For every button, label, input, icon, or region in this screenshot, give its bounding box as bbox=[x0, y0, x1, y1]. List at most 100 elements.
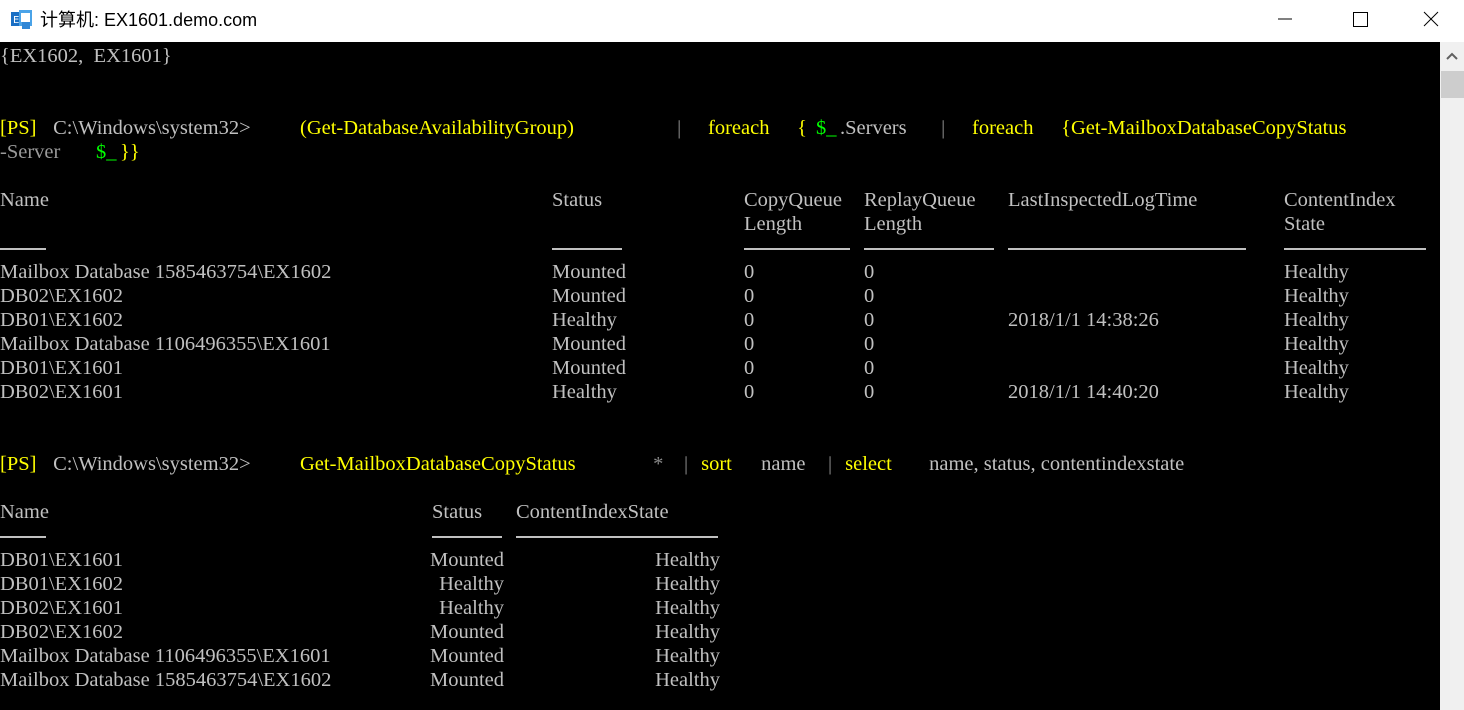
cell-name: Mailbox Database 1585463754\EX1602 bbox=[0, 669, 332, 691]
cell-status: Mounted bbox=[429, 669, 504, 691]
chevron-up-icon bbox=[1446, 52, 1458, 60]
table1-header-row: Name Status CopyQueue ReplayQueue LastIn… bbox=[0, 188, 1396, 212]
col-header-status: Status bbox=[432, 501, 483, 523]
cell-status: Mounted bbox=[429, 621, 504, 643]
col-header-name: Name bbox=[0, 501, 49, 523]
minimize-icon bbox=[1278, 18, 1292, 20]
cell-name: DB01\EX1602 bbox=[0, 309, 123, 331]
cell-replayqueue: 0 bbox=[864, 285, 875, 307]
cell-name: Mailbox Database 1106496355\EX1601 bbox=[0, 333, 331, 355]
prompt-path: C:\Windows\system32> bbox=[48, 117, 251, 139]
separator bbox=[516, 536, 718, 538]
cell-name: DB01\EX1601 bbox=[0, 549, 123, 571]
cell-replayqueue: 0 bbox=[864, 333, 875, 355]
col-header-copyqueue: CopyQueue bbox=[744, 189, 842, 211]
cell-copyqueue: 0 bbox=[744, 357, 755, 379]
cell-status: Healthy bbox=[552, 309, 617, 331]
separator bbox=[744, 248, 850, 250]
cell-name: DB02\EX1602 bbox=[0, 285, 123, 307]
cell-replayqueue: 0 bbox=[864, 261, 875, 283]
cmdlet: Get-MailboxDatabaseCopyStatus bbox=[300, 453, 576, 475]
cell-contentindex: Healthy bbox=[655, 669, 720, 691]
cell-copyqueue: 0 bbox=[744, 309, 755, 331]
cell-name: Mailbox Database 1585463754\EX1602 bbox=[0, 261, 332, 283]
keyword: sort bbox=[696, 453, 732, 475]
window-titlebar[interactable]: E 计算机: EX1601.demo.com bbox=[0, 0, 1464, 42]
cell-status: Mounted bbox=[429, 645, 504, 667]
table2-separator bbox=[0, 524, 718, 548]
remote-desktop-icon: E bbox=[11, 10, 32, 29]
cell-name: DB02\EX1601 bbox=[0, 381, 123, 403]
cell-status: Healthy bbox=[439, 573, 504, 595]
window-title: 计算机: EX1601.demo.com bbox=[40, 10, 258, 30]
cell-contentindex: Healthy bbox=[655, 549, 720, 571]
keyword: select bbox=[840, 453, 892, 475]
cell-status: Mounted bbox=[552, 357, 627, 379]
table2-header-row: Name Status ContentIndexState bbox=[0, 500, 669, 524]
cell-replayqueue: 0 bbox=[864, 381, 875, 403]
cell-status: Mounted bbox=[429, 549, 504, 571]
separator bbox=[0, 536, 46, 538]
cell-name: DB02\EX1601 bbox=[0, 597, 123, 619]
pipe: | bbox=[828, 453, 833, 475]
cell-status: Mounted bbox=[552, 333, 627, 355]
cell-copyqueue: 0 bbox=[744, 381, 755, 403]
cell-copyqueue: 0 bbox=[744, 261, 755, 283]
maximize-button[interactable] bbox=[1337, 0, 1383, 40]
cell-contentindex: Healthy bbox=[655, 645, 720, 667]
cmdlet: (Get-DatabaseAvailabilityGroup) bbox=[300, 117, 574, 139]
col-header-status: Status bbox=[552, 189, 603, 211]
table1-header-row-2: Length Length State bbox=[744, 213, 1325, 235]
cell-contentindex: Healthy bbox=[1284, 309, 1349, 331]
cell-contentindex: Healthy bbox=[1284, 333, 1349, 355]
vertical-scrollbar[interactable] bbox=[1440, 42, 1464, 710]
separator bbox=[864, 248, 994, 250]
output-line: {EX1602, EX1601} bbox=[0, 45, 172, 67]
pipe: | bbox=[936, 117, 951, 139]
cell-copyqueue: 0 bbox=[744, 333, 755, 355]
cell-contentindex: Healthy bbox=[655, 621, 720, 643]
col-header-lastinspected: LastInspectedLogTime bbox=[1008, 189, 1198, 211]
separator bbox=[1284, 248, 1426, 250]
command-line-2: [PS] C:\Windows\system32> Get-MailboxDat… bbox=[0, 453, 1185, 475]
cell-copyqueue: 0 bbox=[744, 285, 755, 307]
cell-replayqueue: 0 bbox=[864, 357, 875, 379]
keyword: foreach bbox=[972, 117, 1034, 139]
cell-contentindex: Healthy bbox=[1284, 357, 1349, 379]
scroll-thumb[interactable] bbox=[1441, 71, 1464, 98]
cell-contentindex: Healthy bbox=[655, 573, 720, 595]
cell-lastinspected: 2018/1/1 14:38:26 bbox=[1008, 309, 1159, 331]
keyword: foreach bbox=[708, 117, 770, 139]
cell-contentindex: Healthy bbox=[1284, 285, 1349, 307]
separator bbox=[0, 248, 46, 250]
cell-lastinspected: 2018/1/1 14:40:20 bbox=[1008, 381, 1159, 403]
maximize-icon bbox=[1353, 12, 1368, 27]
command-line-1-cont: -Server $_ }} bbox=[0, 141, 140, 163]
close-button[interactable] bbox=[1408, 0, 1454, 40]
variable: $_ bbox=[816, 117, 837, 139]
cell-status: Mounted bbox=[552, 285, 627, 307]
col-header-contentindex: ContentIndex bbox=[1284, 189, 1396, 211]
table1-separator bbox=[0, 236, 1426, 260]
cell-contentindex: Healthy bbox=[655, 597, 720, 619]
minimize-button[interactable] bbox=[1262, 0, 1308, 40]
scroll-up-button[interactable] bbox=[1440, 42, 1464, 70]
svg-text:E: E bbox=[13, 15, 19, 26]
cell-status: Mounted bbox=[552, 261, 627, 283]
separator bbox=[432, 536, 502, 538]
cell-name: Mailbox Database 1106496355\EX1601 bbox=[0, 645, 331, 667]
col-header-contentindex: ContentIndexState bbox=[516, 501, 669, 523]
cmdlet: {Get-MailboxDatabaseCopyStatus bbox=[1056, 117, 1347, 139]
cell-contentindex: Healthy bbox=[1284, 381, 1349, 403]
variable: $_ bbox=[96, 141, 117, 163]
cell-name: DB01\EX1602 bbox=[0, 573, 123, 595]
pipe: | bbox=[672, 117, 687, 139]
cell-contentindex: Healthy bbox=[1284, 261, 1349, 283]
separator bbox=[1008, 248, 1246, 250]
command-line-1: [PS] C:\Windows\system32> (Get-DatabaseA… bbox=[0, 117, 1347, 139]
console-output[interactable]: {EX1602, EX1601} [PS] C:\Windows\system3… bbox=[0, 42, 1440, 710]
cell-name: DB01\EX1601 bbox=[0, 357, 123, 379]
close-icon bbox=[1423, 11, 1439, 27]
prompt-tag: [PS] bbox=[0, 453, 37, 475]
cell-status: Healthy bbox=[552, 381, 617, 403]
